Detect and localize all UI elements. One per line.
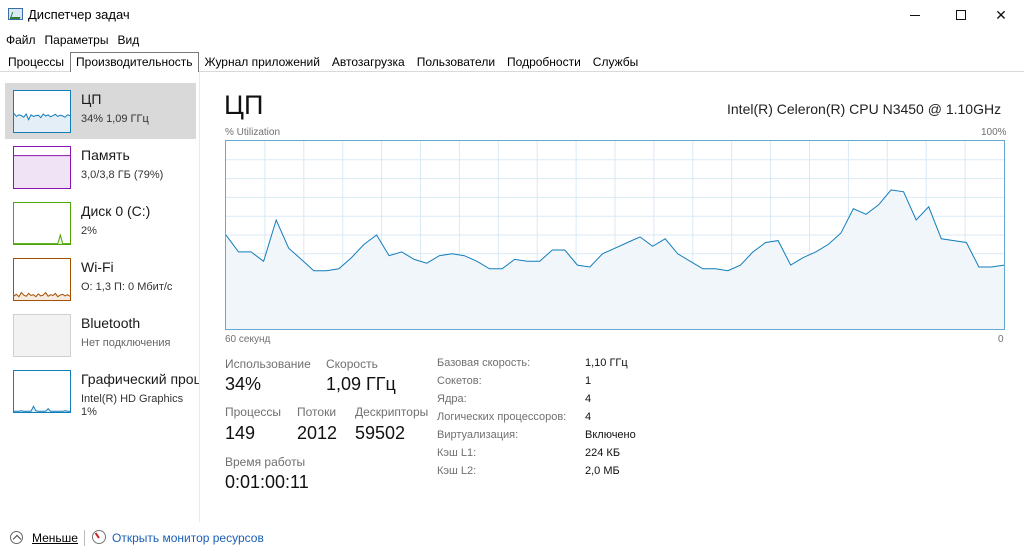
tab-details[interactable]: Подробности <box>501 52 587 72</box>
info-value: Включено <box>585 429 636 441</box>
tab-startup[interactable]: Автозагрузка <box>326 52 411 72</box>
sidebar-item-cpu[interactable]: ЦП 34% 1,09 ГГц <box>5 83 196 139</box>
tab-performance[interactable]: Производительность <box>70 52 199 72</box>
sidebar-item-bluetooth[interactable]: Bluetooth Нет подключения <box>5 307 196 363</box>
bluetooth-thumbnail <box>13 314 71 357</box>
disk-thumbnail <box>13 202 71 245</box>
graph-x-left-label: 60 секунд <box>225 334 271 345</box>
graph-x-right-label: 0 <box>998 334 1004 345</box>
menu-bar: Файл Параметры Вид <box>0 30 1024 50</box>
graph-y-label: % Utilization <box>225 127 281 138</box>
usage-value: 34% <box>225 374 262 394</box>
info-label: Базовая скорость: <box>437 357 531 369</box>
tab-processes[interactable]: Процессы <box>2 52 70 72</box>
info-label: Логических процессоров: <box>437 411 567 423</box>
footer-bar: Меньше Открыть монитор ресурсов <box>0 522 1024 557</box>
close-icon: ✕ <box>995 6 1007 23</box>
sidebar-item-label: ЦП <box>81 91 102 107</box>
handles-value: 59502 <box>355 423 406 443</box>
wifi-thumbnail <box>13 258 71 301</box>
sidebar-item-label: Wi-Fi <box>81 259 114 275</box>
info-value: 1 <box>585 375 592 387</box>
sidebar-item-wifi[interactable]: Wi-Fi О: 1,3 П: 0 Мбит/с <box>5 251 196 307</box>
sidebar-item-memory[interactable]: Память 3,0/3,8 ГБ (79%) <box>5 139 196 195</box>
menu-view[interactable]: Вид <box>117 33 139 47</box>
cpu-thumbnail <box>13 90 71 133</box>
usage-label: Использование <box>225 357 311 371</box>
fewer-details-link[interactable]: Меньше <box>32 531 78 545</box>
cpu-utilization-graph <box>225 140 1005 330</box>
minimize-icon <box>910 14 920 16</box>
processes-value: 149 <box>225 423 256 443</box>
cpu-model-name: Intel(R) Celeron(R) CPU N3450 @ 1.10GHz <box>727 101 1002 117</box>
menu-file[interactable]: Файл <box>6 33 36 47</box>
resource-sidebar: ЦП 34% 1,09 ГГц Память 3,0/3,8 ГБ (79%) … <box>0 72 200 522</box>
sidebar-item-disk[interactable]: Диск 0 (C:) 2% <box>5 195 196 251</box>
disk-thumbnail-graph <box>14 233 70 244</box>
threads-label: Потоки <box>297 405 337 419</box>
memory-usage-fill <box>14 155 70 188</box>
footer-divider <box>84 530 85 546</box>
tab-users[interactable]: Пользователи <box>411 52 501 72</box>
speed-value: 1,09 ГГц <box>326 374 396 394</box>
sidebar-item-detail: 34% 1,09 ГГц <box>81 113 149 125</box>
memory-thumbnail-graph <box>14 155 70 188</box>
info-value: 1,10 ГГц <box>585 357 628 369</box>
info-label: Сокетов: <box>437 375 482 387</box>
tab-app-history[interactable]: Журнал приложений <box>199 52 326 72</box>
page-title: ЦП <box>224 90 264 120</box>
wifi-thumbnail-graph <box>14 291 70 300</box>
menu-options[interactable]: Параметры <box>45 33 109 47</box>
graph-y-max-label: 100% <box>981 127 1007 138</box>
gpu-thumbnail <box>13 370 71 413</box>
cpu-thumbnail-graph <box>14 113 70 132</box>
sidebar-item-gpu[interactable]: Графический процессор 0 Intel(R) HD Grap… <box>5 363 199 433</box>
sidebar-item-label: Диск 0 (C:) <box>81 203 151 219</box>
graph-line <box>14 405 70 412</box>
close-button[interactable]: ✕ <box>978 0 1024 30</box>
handles-label: Дескрипторы <box>355 405 429 419</box>
gpu-thumbnail-graph <box>14 405 70 412</box>
processes-label: Процессы <box>225 405 282 419</box>
resource-monitor-icon[interactable] <box>92 530 106 544</box>
info-value: 224 КБ <box>585 447 621 459</box>
sidebar-item-detail: О: 1,3 П: 0 Мбит/с <box>81 281 173 293</box>
memory-thumbnail <box>13 146 71 189</box>
uptime-label: Время работы <box>225 455 306 469</box>
info-label: Кэш L2: <box>437 465 477 477</box>
title-bar[interactable]: Диспетчер задач ✕ <box>0 0 1024 30</box>
task-manager-icon <box>8 8 23 20</box>
chevron-up-icon[interactable] <box>10 531 23 544</box>
sidebar-item-detail: Нет подключения <box>81 337 171 349</box>
sidebar-item-detail: 2% <box>81 225 97 237</box>
info-label: Ядра: <box>437 393 467 405</box>
sidebar-item-detail: Intel(R) HD Graphics <box>81 393 184 405</box>
maximize-icon <box>956 10 966 20</box>
info-value: 2,0 МБ <box>585 465 620 477</box>
threads-value: 2012 <box>297 423 338 443</box>
info-label: Кэш L1: <box>437 447 477 459</box>
uptime-value: 0:01:00:11 <box>225 472 309 492</box>
minimize-button[interactable] <box>892 0 938 30</box>
tab-bar: Процессы Производительность Журнал прило… <box>0 50 1024 72</box>
info-value: 4 <box>585 393 592 405</box>
speed-label: Скорость <box>326 357 378 371</box>
sidebar-item-detail-2: 1% <box>81 406 97 418</box>
open-resource-monitor-link[interactable]: Открыть монитор ресурсов <box>112 531 264 545</box>
window-title: Диспетчер задач <box>28 7 130 22</box>
sidebar-item-label: Bluetooth <box>81 315 141 331</box>
cpu-graph-canvas <box>225 141 1005 329</box>
info-label: Виртуализация: <box>437 429 519 441</box>
sidebar-item-detail: 3,0/3,8 ГБ (79%) <box>81 169 164 181</box>
info-value: 4 <box>585 411 592 423</box>
sidebar-item-label: Графический процессор 0 <box>81 371 200 387</box>
tab-services[interactable]: Службы <box>587 52 644 72</box>
sidebar-item-label: Память <box>81 147 130 163</box>
